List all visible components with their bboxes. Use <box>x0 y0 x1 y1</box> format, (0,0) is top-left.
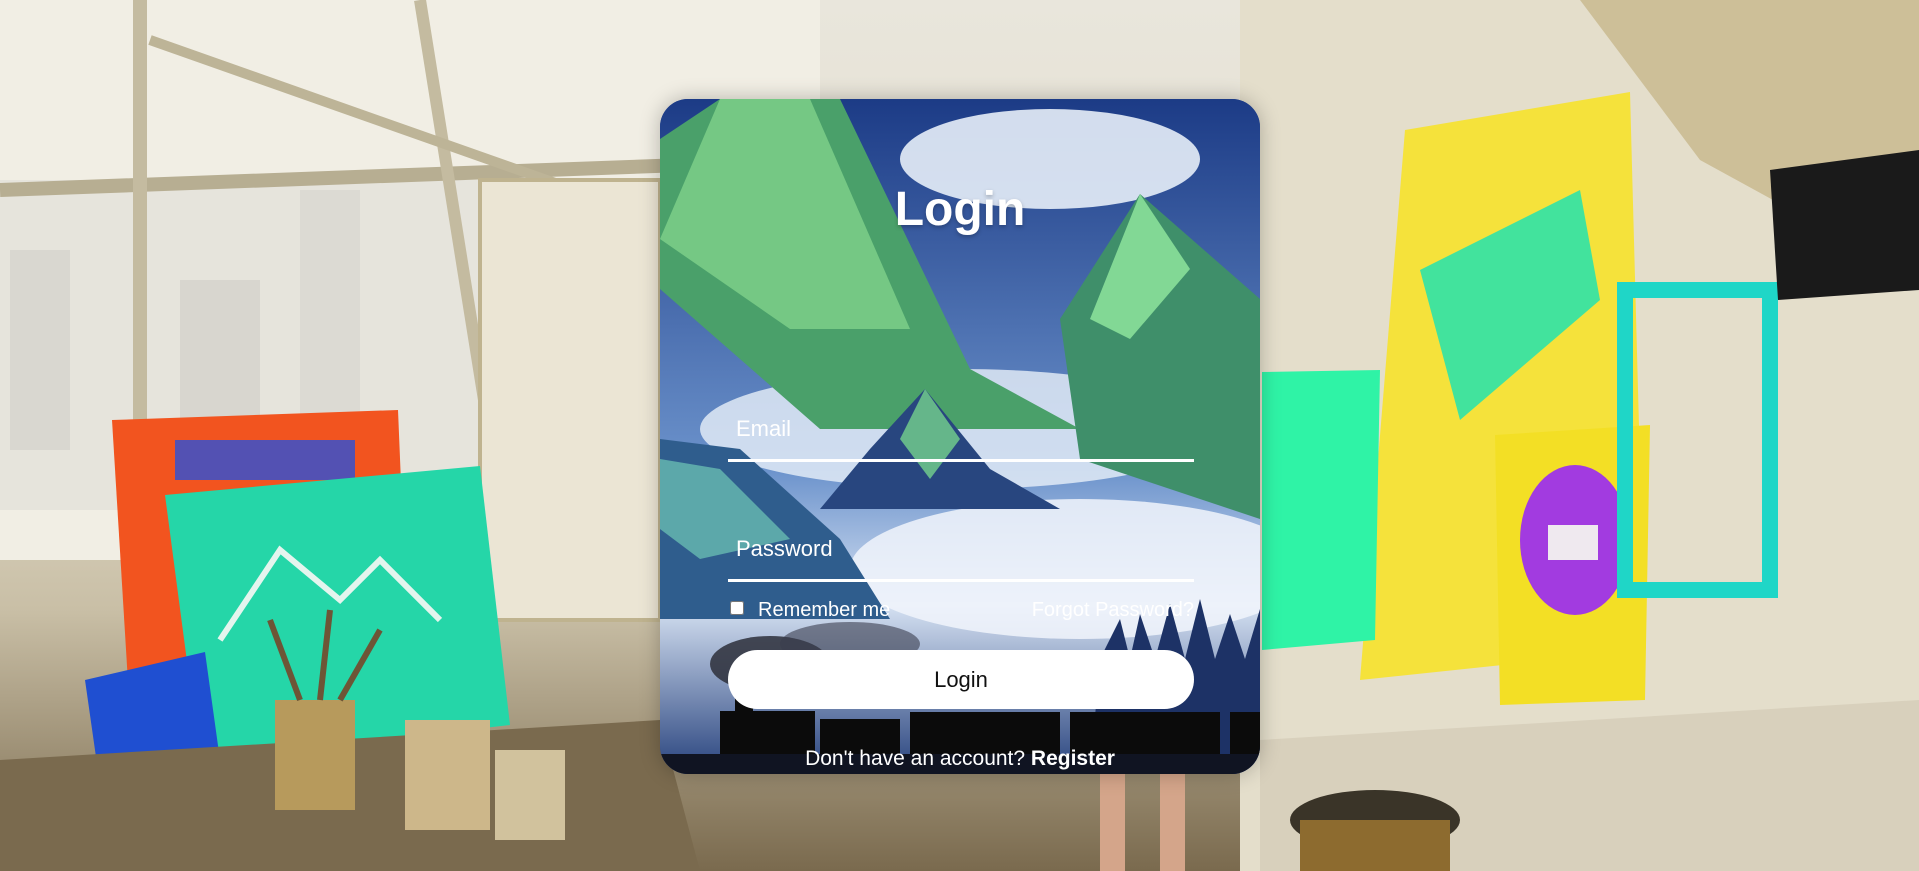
login-card: Login Remember me Forgot Password? Login… <box>660 99 1260 774</box>
login-button[interactable]: Login <box>728 650 1194 709</box>
remember-me-label[interactable]: Remember me <box>758 599 890 622</box>
password-input[interactable] <box>728 519 1194 579</box>
login-form: Login Remember me Forgot Password? Login… <box>660 99 1260 774</box>
register-prompt: Don't have an account? <box>805 747 1031 770</box>
register-row: Don't have an account? Register <box>660 747 1260 771</box>
remember-forgot-row: Remember me Forgot Password? <box>728 597 1194 627</box>
email-input[interactable] <box>728 399 1194 459</box>
remember-me-checkbox[interactable] <box>730 601 744 615</box>
register-link[interactable]: Register <box>1031 747 1115 770</box>
forgot-password-link[interactable]: Forgot Password? <box>1032 599 1194 622</box>
login-title: Login <box>894 183 1026 236</box>
password-field-container <box>728 519 1194 582</box>
email-field-container <box>728 399 1194 462</box>
